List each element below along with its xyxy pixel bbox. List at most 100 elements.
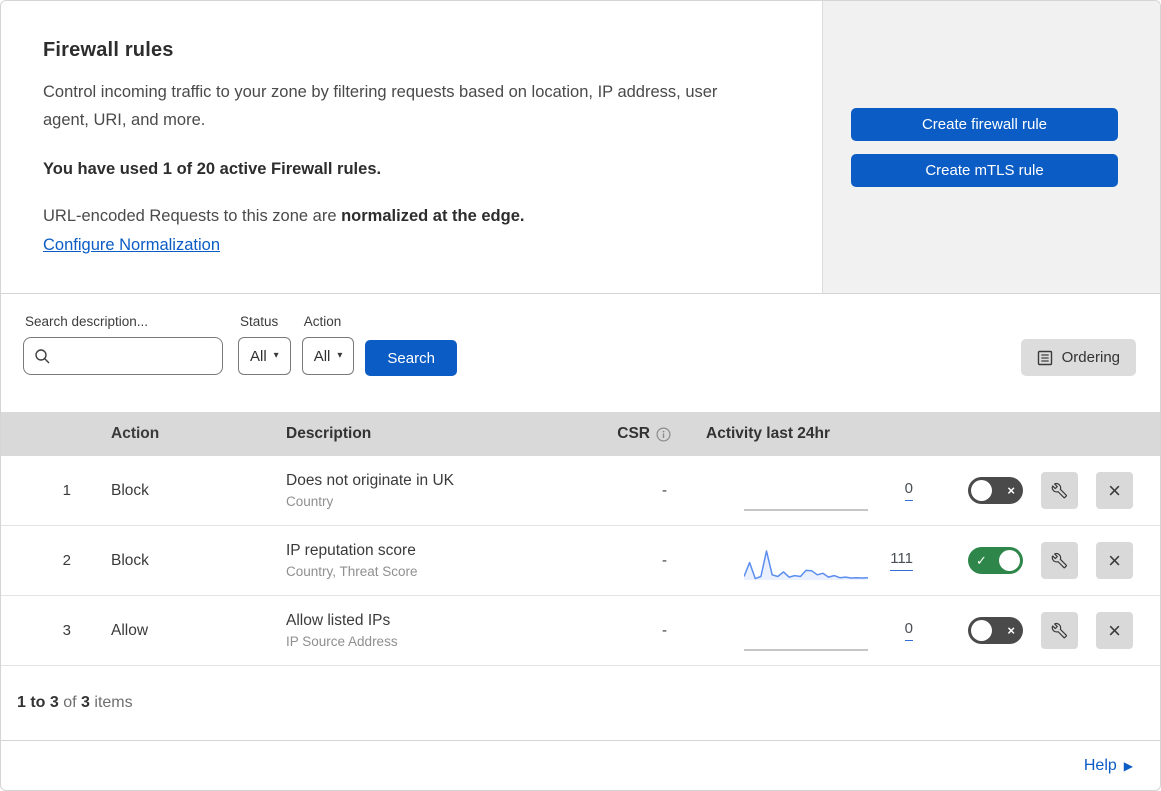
- search-button[interactable]: Search: [365, 340, 457, 376]
- header-csr: CSR: [617, 425, 701, 443]
- header-csr-label: CSR: [617, 425, 650, 442]
- rule-enabled-toggle[interactable]: ×: [968, 477, 1023, 504]
- status-select-value: All: [250, 347, 267, 365]
- arrow-right-icon: ▶: [1123, 758, 1133, 773]
- normalization-note: URL-encoded Requests to this zone are no…: [43, 207, 762, 226]
- search-field-group: Search description...: [23, 314, 223, 375]
- hero-action-panel: Create firewall rule Create mTLS rule: [822, 1, 1160, 293]
- rule-fields: Country: [286, 494, 334, 509]
- firewall-rules-page: Firewall rules Control incoming traffic …: [0, 0, 1161, 791]
- wrench-icon: [1051, 552, 1068, 569]
- rule-controls: × ×: [926, 472, 1160, 509]
- action-select-value: All: [313, 347, 331, 365]
- wrench-icon: [1051, 482, 1068, 499]
- normalization-note-text: URL-encoded Requests to this zone are: [43, 207, 342, 225]
- edit-rule-button[interactable]: [1041, 542, 1078, 579]
- rule-activity-cell: 0: [701, 467, 926, 515]
- toggle-knob: [999, 550, 1020, 571]
- ordering-button-label: Ordering: [1061, 349, 1120, 366]
- header-activity: Activity last 24hr: [706, 425, 831, 442]
- edit-rule-button[interactable]: [1041, 472, 1078, 509]
- close-icon: ×: [1108, 617, 1121, 643]
- delete-rule-button[interactable]: ×: [1096, 542, 1133, 579]
- rule-action: Block: [111, 551, 149, 569]
- page-description: Control incoming traffic to your zone by…: [43, 83, 718, 129]
- rule-controls: ✓ ×: [926, 542, 1160, 579]
- table-header-row: Action Description CSR Activity last 24h…: [1, 412, 1160, 456]
- status-field-group: Status All ▾: [238, 314, 291, 375]
- pagination-items: items: [89, 694, 133, 711]
- rule-controls: × ×: [926, 612, 1160, 649]
- toggle-state-icon: ×: [1007, 623, 1015, 638]
- filter-toolbar: Search description... Status All ▾ Actio…: [1, 294, 1160, 412]
- rule-action: Allow: [111, 621, 149, 639]
- search-icon: [34, 348, 51, 365]
- delete-rule-button[interactable]: ×: [1096, 472, 1133, 509]
- chevron-down-icon: ▾: [337, 350, 343, 361]
- rule-title: Does not originate in UK: [286, 472, 455, 489]
- rule-description: Does not originate in UK Country: [286, 472, 601, 509]
- rule-action: Block: [111, 481, 149, 499]
- hero-text-panel: Firewall rules Control incoming traffic …: [1, 1, 822, 293]
- pagination-total: 3: [81, 694, 90, 711]
- rule-enabled-toggle[interactable]: ×: [968, 617, 1023, 644]
- ordering-button[interactable]: Ordering: [1020, 339, 1136, 376]
- table-row: 2 Block IP reputation score Country, Thr…: [1, 526, 1160, 596]
- create-mtls-rule-button[interactable]: Create mTLS rule: [851, 153, 1118, 187]
- info-icon[interactable]: [656, 426, 671, 442]
- action-field-group: Action All ▾: [301, 314, 355, 375]
- rule-number: 1: [62, 482, 71, 499]
- activity-sparkline: [744, 617, 868, 655]
- header-action: Action: [111, 425, 160, 442]
- rule-csr-value: -: [662, 622, 667, 639]
- header-description: Description: [286, 425, 372, 442]
- chevron-down-icon: ▾: [273, 350, 279, 361]
- page-title: Firewall rules: [43, 39, 174, 61]
- rule-description: Allow listed IPs IP Source Address: [286, 612, 601, 649]
- search-input[interactable]: [51, 348, 212, 364]
- hero-section: Firewall rules Control incoming traffic …: [1, 1, 1160, 294]
- action-label: Action: [303, 314, 342, 329]
- activity-count-link[interactable]: 0: [904, 480, 913, 501]
- normalization-note-bold: normalized at the edge.: [341, 207, 525, 225]
- rule-enabled-toggle[interactable]: ✓: [968, 547, 1023, 574]
- edit-rule-button[interactable]: [1041, 612, 1078, 649]
- status-select[interactable]: All ▾: [238, 337, 291, 375]
- usage-summary: You have used 1 of 20 active Firewall ru…: [43, 160, 382, 178]
- rule-title: Allow listed IPs: [286, 612, 391, 629]
- delete-rule-button[interactable]: ×: [1096, 612, 1133, 649]
- rule-csr-value: -: [662, 482, 667, 499]
- table-row: 3 Allow Allow listed IPs IP Source Addre…: [1, 596, 1160, 666]
- rule-activity-cell: 0: [701, 607, 926, 655]
- rule-activity-cell: 111: [701, 537, 926, 585]
- search-input-wrap[interactable]: [23, 337, 223, 375]
- list-document-icon: [1037, 350, 1053, 366]
- rule-fields: IP Source Address: [286, 634, 398, 649]
- rule-title: IP reputation score: [286, 542, 416, 559]
- toggle-knob: [971, 480, 992, 501]
- wrench-icon: [1051, 622, 1068, 639]
- rule-csr-value: -: [662, 552, 667, 569]
- table-row: 1 Block Does not originate in UK Country…: [1, 456, 1160, 526]
- search-label: Search description...: [25, 314, 149, 329]
- close-icon: ×: [1108, 547, 1121, 573]
- close-icon: ×: [1108, 477, 1121, 503]
- activity-sparkline: [744, 477, 868, 515]
- rule-number: 3: [62, 622, 71, 639]
- create-firewall-rule-button[interactable]: Create firewall rule: [851, 107, 1118, 141]
- help-footer: Help ▶: [1, 740, 1160, 790]
- toggle-state-icon: ×: [1007, 483, 1015, 498]
- configure-normalization-link[interactable]: Configure Normalization: [43, 236, 220, 255]
- pagination-summary: 1 to 3 of 3 items: [1, 666, 1160, 740]
- toggle-state-icon: ✓: [976, 553, 987, 568]
- rule-fields: Country, Threat Score: [286, 564, 418, 579]
- help-link-label: Help: [1083, 756, 1117, 774]
- activity-count-link[interactable]: 111: [890, 550, 913, 571]
- pagination-of: of: [58, 694, 82, 711]
- help-link[interactable]: Help ▶: [1084, 757, 1133, 775]
- activity-count-link[interactable]: 0: [904, 620, 913, 641]
- status-label: Status: [240, 314, 279, 329]
- pagination-range: 1 to 3: [17, 694, 59, 711]
- toggle-knob: [971, 620, 992, 641]
- action-select[interactable]: All ▾: [301, 337, 355, 375]
